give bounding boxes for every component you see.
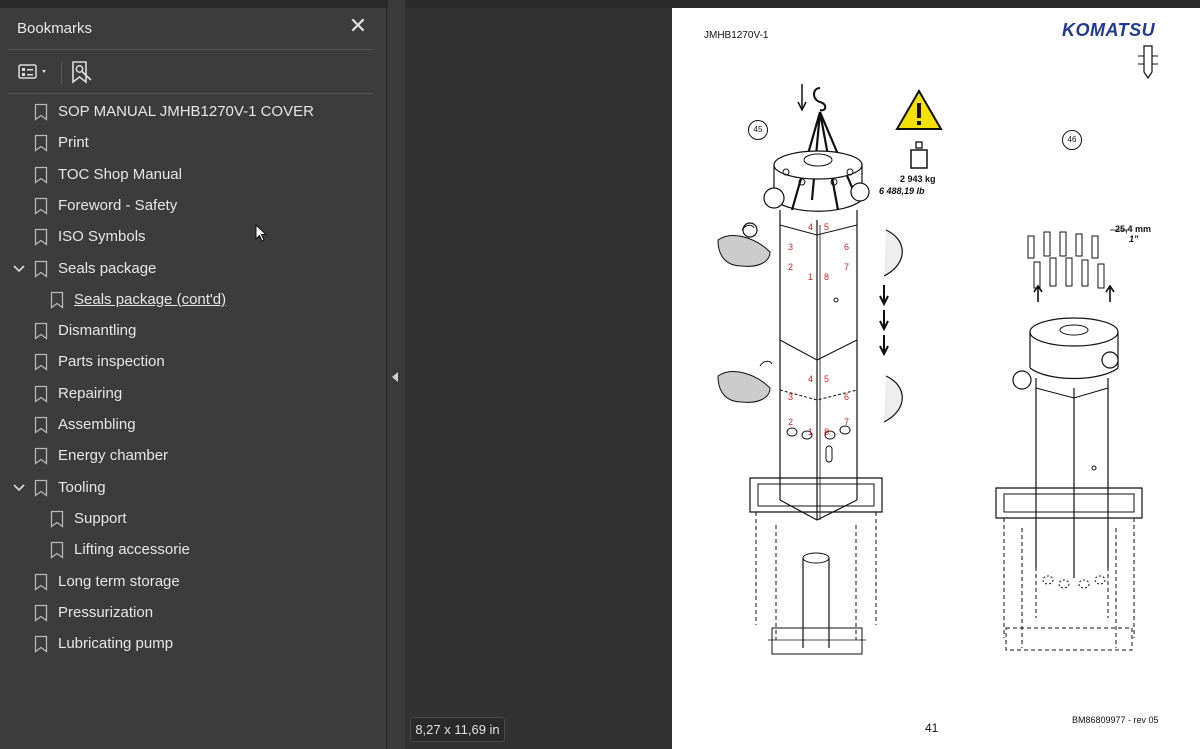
bookmark-item-lubricating-pump[interactable]: Lubricating pump bbox=[0, 630, 385, 658]
bookmark-label: Dismantling bbox=[58, 322, 137, 340]
bookmark-icon bbox=[34, 103, 48, 121]
mouse-cursor-icon bbox=[255, 224, 268, 242]
red-number-8-lower: 8 bbox=[824, 427, 829, 437]
bookmark-icon bbox=[34, 229, 48, 246]
bookmark-item-print[interactable]: Print bbox=[0, 129, 385, 157]
bookmark-item-energy-chamber[interactable]: Energy chamber bbox=[0, 442, 385, 470]
add-bookmark-icon bbox=[72, 61, 92, 84]
red-number-1-upper: 1 bbox=[808, 272, 813, 282]
bookmark-label: Support bbox=[74, 509, 127, 527]
add-bookmark-button[interactable] bbox=[68, 58, 96, 86]
chevron-down-icon[interactable] bbox=[12, 481, 26, 495]
close-icon[interactable]: ✕ bbox=[346, 14, 370, 40]
bookmark-item-long-term-storage[interactable]: Long term storage bbox=[0, 568, 385, 596]
bookmark-icon bbox=[34, 416, 48, 434]
bookmark-label: Energy chamber bbox=[58, 447, 169, 465]
bookmark-icon bbox=[34, 604, 48, 622]
bookmarks-panel: Bookmarks ✕ SOP MANUAL JMHB1270V-1 COVER… bbox=[0, 8, 387, 749]
page-size-badge: 8,27 x 11,69 in bbox=[410, 717, 505, 742]
red-number-2-lower: 2 bbox=[788, 417, 793, 427]
bookmarks-toolbar bbox=[0, 50, 387, 94]
komatsu-logo: KOMATSU bbox=[1062, 20, 1156, 40]
bookmark-icon bbox=[50, 542, 64, 559]
red-number-5-upper: 5 bbox=[824, 222, 829, 232]
bookmark-label: Pressurization bbox=[58, 603, 154, 621]
breaker-logo-icon bbox=[1138, 45, 1158, 80]
collapse-arrow-icon[interactable] bbox=[392, 372, 398, 382]
page-number: 41 bbox=[925, 721, 939, 735]
red-number-2-upper: 2 bbox=[788, 262, 793, 272]
red-number-1-lower: 1 bbox=[808, 427, 813, 437]
bookmark-icon bbox=[50, 510, 64, 528]
document-reference: BM86809977 - rev 05 bbox=[1072, 715, 1159, 725]
options-menu-icon bbox=[18, 64, 46, 79]
bookmark-item-tooling[interactable]: Tooling bbox=[0, 474, 385, 502]
bookmark-item-sop-manual-jmhb1270v-1-cover[interactable]: SOP MANUAL JMHB1270V-1 COVER bbox=[0, 98, 385, 126]
red-number-7-upper: 7 bbox=[844, 262, 849, 272]
red-number-3-upper: 3 bbox=[788, 242, 793, 252]
bookmark-label: SOP MANUAL JMHB1270V-1 COVER bbox=[58, 103, 314, 120]
toolbar-separator bbox=[61, 62, 62, 84]
red-number-4-lower: 4 bbox=[808, 374, 813, 384]
bookmark-item-seals-package[interactable]: Seals package bbox=[0, 255, 385, 283]
bookmark-label: Lubricating pump bbox=[58, 635, 174, 653]
bookmark-item-pressurization[interactable]: Pressurization bbox=[0, 599, 385, 627]
bookmark-label: Foreword - Safety bbox=[58, 196, 178, 214]
bookmark-item-lifting-accessorie[interactable]: Lifting accessorie bbox=[0, 536, 385, 564]
red-number-6-lower: 6 bbox=[844, 392, 849, 402]
bookmark-item-repairing[interactable]: Repairing bbox=[0, 380, 385, 408]
breaker-bolts-illustration bbox=[995, 229, 1143, 651]
bookmark-item-toc-shop-manual[interactable]: TOC Shop Manual bbox=[0, 161, 385, 189]
bookmarks-title: Bookmarks bbox=[17, 20, 93, 37]
bookmark-label: Seals package (cont'd) bbox=[74, 290, 227, 308]
chevron-down-icon[interactable] bbox=[12, 262, 26, 276]
bookmark-label: ISO Symbols bbox=[58, 228, 146, 246]
red-number-8-upper: 8 bbox=[824, 272, 829, 282]
bookmark-icon bbox=[34, 166, 48, 184]
bookmark-item-foreword-safety[interactable]: Foreword - Safety bbox=[0, 192, 385, 220]
bookmark-icon bbox=[34, 635, 48, 653]
bookmark-item-parts-inspection[interactable]: Parts inspection bbox=[0, 348, 385, 376]
bookmark-item-support[interactable]: Support bbox=[0, 505, 385, 533]
document-page: JMHB1270V-1 KOMATSU 45 46 2 943 kg 6 488… bbox=[672, 8, 1200, 749]
bookmark-icon bbox=[34, 135, 48, 153]
bookmark-icon bbox=[34, 322, 48, 340]
bookmark-label: Tooling bbox=[58, 478, 106, 496]
bookmark-label: Assembling bbox=[58, 416, 136, 433]
red-number-3-lower: 3 bbox=[788, 392, 793, 402]
bookmark-icon bbox=[34, 260, 48, 278]
toolbar-divider bbox=[8, 93, 373, 94]
options-menu-button[interactable] bbox=[16, 58, 52, 86]
bookmark-label: TOC Shop Manual bbox=[58, 165, 182, 183]
bookmarks-header: Bookmarks ✕ bbox=[0, 8, 387, 50]
red-number-7-lower: 7 bbox=[844, 417, 849, 427]
bookmark-label: Print bbox=[58, 134, 89, 152]
bookmark-icon bbox=[34, 479, 48, 497]
bookmark-icon bbox=[50, 291, 64, 309]
bookmark-item-iso-symbols[interactable]: ISO Symbols bbox=[0, 223, 385, 251]
bookmark-item-dismantling[interactable]: Dismantling bbox=[0, 317, 385, 345]
bookmark-item-seals-package-cont-d[interactable]: Seals package (cont'd) bbox=[0, 286, 385, 314]
bookmark-item-assembling[interactable]: Assembling bbox=[0, 411, 385, 439]
step-number-46: 46 bbox=[1062, 130, 1082, 150]
bookmark-label: Lifting accessorie bbox=[74, 541, 190, 559]
bookmark-label: Seals package bbox=[58, 259, 157, 277]
top-strip bbox=[0, 0, 1200, 8]
bookmark-icon bbox=[34, 573, 48, 591]
bookmark-label: Repairing bbox=[58, 384, 123, 402]
red-number-4-upper: 4 bbox=[808, 222, 813, 232]
bookmark-label: Parts inspection bbox=[58, 353, 165, 371]
bookmark-icon bbox=[34, 448, 48, 466]
page-header-code: JMHB1270V-1 bbox=[704, 30, 769, 41]
bookmark-icon bbox=[34, 197, 48, 215]
red-number-6-upper: 6 bbox=[844, 242, 849, 252]
breaker-lifting-illustration: 4 5 3 6 2 7 1 8 4 5 3 6 2 7 1 8 bbox=[717, 84, 903, 655]
red-number-5-lower: 5 bbox=[824, 374, 829, 384]
bookmark-label: Long term storage bbox=[58, 572, 180, 590]
bookmark-icon bbox=[34, 354, 48, 372]
bookmark-icon bbox=[34, 385, 48, 403]
